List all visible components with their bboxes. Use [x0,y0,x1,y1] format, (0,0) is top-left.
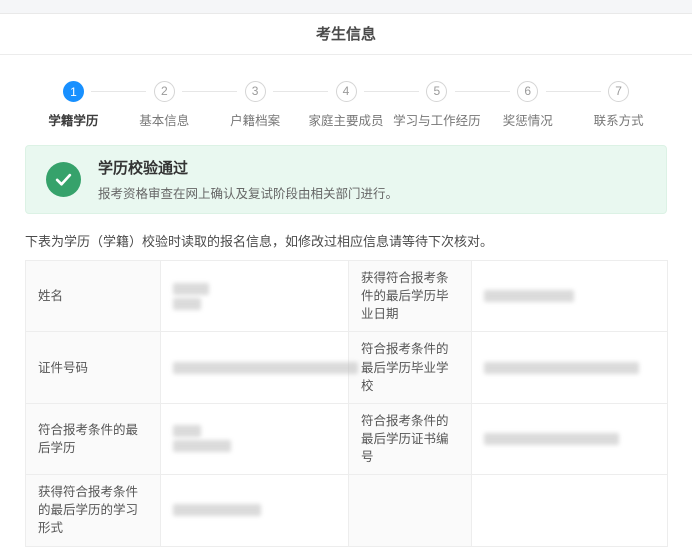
value-name-redacted [161,261,349,332]
step-xueji-xueli[interactable]: 1 学籍学历 [28,81,119,129]
value-grad-date-redacted [472,261,668,332]
success-check-icon [46,162,81,197]
value-cert-number-redacted [472,403,668,474]
step-5-circle: 5 [426,81,447,102]
step-4-circle: 4 [336,81,357,102]
success-subtitle: 报考资格审查在网上确认及复试阶段由相关部门进行。 [98,183,398,202]
success-banner: 学历校验通过 报考资格审查在网上确认及复试阶段由相关部门进行。 [25,145,667,214]
label-last-degree: 符合报考条件的最后学历 [26,403,161,474]
steps-wizard: 1 学籍学历 2 基本信息 3 户籍档案 4 家庭主要成员 5 学习与工作经历 … [0,55,692,129]
value-id-number-redacted [161,332,349,403]
step-lianxi-fangshi[interactable]: 7 联系方式 [573,81,664,129]
label-cert-number: 符合报考条件的最后学历证书编号 [349,403,472,474]
label-grad-date: 获得符合报考条件的最后学历毕业日期 [349,261,472,332]
step-5-label: 学习与工作经历 [393,110,481,129]
step-huji-dangan[interactable]: 3 户籍档案 [210,81,301,129]
step-4-label: 家庭主要成员 [309,110,384,129]
top-bar [0,0,692,14]
table-row: 证件号码 符合报考条件的最后学历毕业学校 [26,332,668,403]
success-banner-text: 学历校验通过 报考资格审查在网上确认及复试阶段由相关部门进行。 [98,157,398,202]
label-empty [349,475,472,546]
step-2-circle: 2 [154,81,175,102]
step-jiben-xinxi[interactable]: 2 基本信息 [119,81,210,129]
table-intro-text: 下表为学历（学籍）校验时读取的报名信息，如修改过相应信息请等待下次核对。 [25,231,667,250]
step-xuexi-gongzuo[interactable]: 5 学习与工作经历 [391,81,482,129]
label-grad-school: 符合报考条件的最后学历毕业学校 [349,332,472,403]
verification-info-table: 姓名 获得符合报考条件的最后学历毕业日期 证件号码 符合报考条件的最后学历毕业学… [25,260,668,547]
step-1-circle: 1 [63,81,84,102]
step-6-circle: 6 [517,81,538,102]
step-7-circle: 7 [608,81,629,102]
table-row: 符合报考条件的最后学历 符合报考条件的最后学历证书编号 [26,403,668,474]
success-title: 学历校验通过 [98,157,398,178]
step-3-label: 户籍档案 [230,110,280,129]
step-jiating-chengyuan[interactable]: 4 家庭主要成员 [301,81,392,129]
step-1-label: 学籍学历 [48,110,98,129]
label-study-form: 获得符合报考条件的最后学历的学习形式 [26,475,161,546]
value-last-degree-redacted [161,403,349,474]
step-7-label: 联系方式 [594,110,644,129]
value-empty [472,475,668,546]
step-2-label: 基本信息 [139,110,189,129]
step-6-label: 奖惩情况 [503,110,553,129]
table-row: 获得符合报考条件的最后学历的学习形式 [26,475,668,546]
step-3-circle: 3 [245,81,266,102]
table-row: 姓名 获得符合报考条件的最后学历毕业日期 [26,261,668,332]
value-grad-school-redacted [472,332,668,403]
label-id-number: 证件号码 [26,332,161,403]
step-jiangcheng[interactable]: 6 奖惩情况 [482,81,573,129]
value-study-form-redacted [161,475,349,546]
page-title: 考生信息 [0,14,692,55]
label-name: 姓名 [26,261,161,332]
